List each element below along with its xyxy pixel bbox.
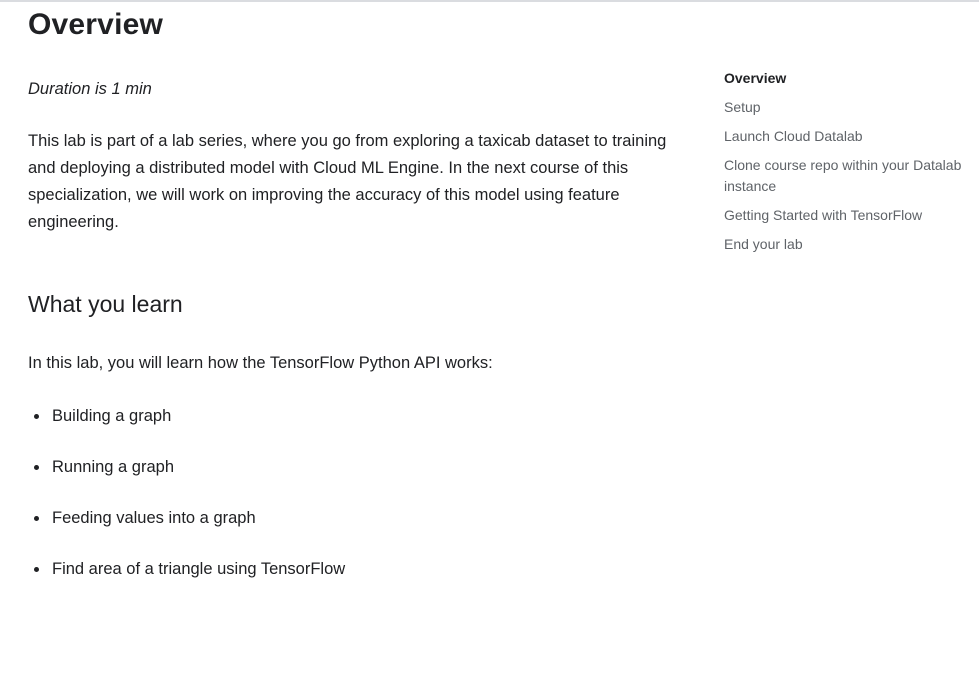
list-item: Find area of a triangle using TensorFlow: [28, 557, 345, 608]
list-item: Building a graph: [28, 404, 345, 455]
list-item-text: Running a graph: [52, 458, 175, 476]
list-item: Running a graph: [28, 455, 345, 506]
learn-intro-text: In this lab, you will learn how the Tens…: [28, 354, 493, 372]
bullet-icon: [34, 567, 39, 572]
top-divider: [0, 0, 979, 2]
bullet-icon: [34, 465, 39, 470]
duration-text: Duration is 1 min: [28, 80, 152, 98]
intro-paragraph: This lab is part of a lab series, where …: [28, 132, 667, 231]
toc-item-setup[interactable]: Setup: [724, 97, 974, 118]
list-item: Feeding values into a graph: [28, 506, 345, 557]
toc-item-launch-cloud-datalab[interactable]: Launch Cloud Datalab: [724, 126, 974, 147]
toc-item-clone-course-repo[interactable]: Clone course repo within your Datalab in…: [724, 155, 974, 197]
page-title: Overview: [28, 8, 164, 41]
toc-item-getting-started-tensorflow[interactable]: Getting Started with TensorFlow: [724, 205, 974, 226]
toc-item-end-your-lab[interactable]: End your lab: [724, 234, 974, 255]
list-item-text: Feeding values into a graph: [52, 509, 256, 527]
list-item-text: Find area of a triangle using TensorFlow: [52, 560, 346, 578]
bullet-icon: [34, 516, 39, 521]
learn-list: Building a graph Running a graph Feeding…: [28, 404, 345, 608]
section-title-what-you-learn: What you learn: [28, 291, 183, 317]
list-item-text: Building a graph: [52, 407, 172, 425]
table-of-contents: Overview Setup Launch Cloud Datalab Clon…: [724, 68, 974, 263]
bullet-icon: [34, 414, 39, 419]
toc-item-overview[interactable]: Overview: [724, 68, 974, 89]
